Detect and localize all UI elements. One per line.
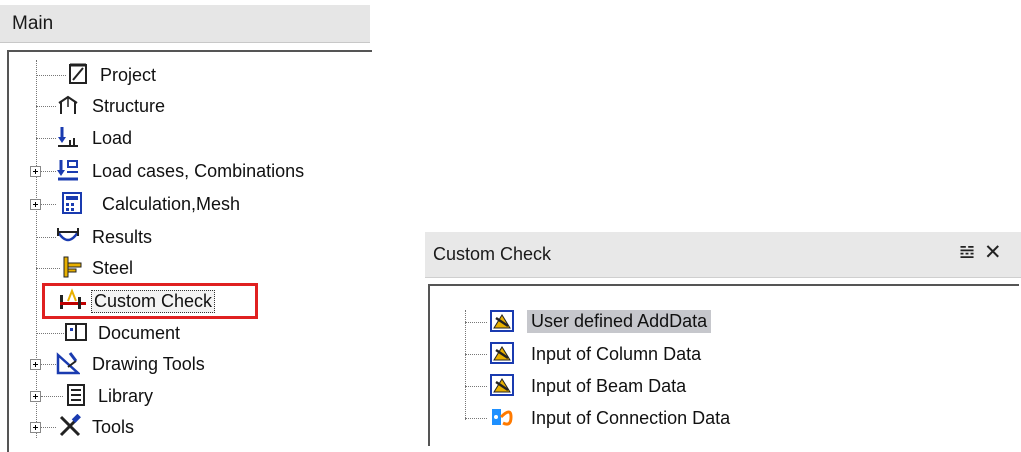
- add-data-icon: [490, 374, 514, 396]
- tree-item-label: Structure: [92, 96, 166, 116]
- tree-connector: [36, 106, 56, 107]
- main-panel-title: Main: [12, 13, 54, 34]
- tree-connector: [41, 171, 56, 172]
- tree-connector: [465, 386, 487, 387]
- tree-connector: [41, 396, 63, 397]
- tree-item-project[interactable]: Project: [36, 60, 336, 90]
- custom-check-panel: Custom Check 𝌧 ✕ User defined AddData In…: [425, 232, 1021, 446]
- expand-icon[interactable]: [30, 422, 41, 433]
- custom-check-title: Custom Check: [433, 244, 552, 264]
- cc-item-label: User defined AddData: [527, 310, 712, 333]
- custom-check-header: Custom Check 𝌧 ✕: [425, 232, 1021, 278]
- structure-icon: [58, 95, 78, 114]
- tree-item-load[interactable]: Load: [36, 123, 336, 153]
- tree-connector: [36, 237, 56, 238]
- tree-item-label: Project: [100, 65, 157, 85]
- tree-item-results[interactable]: Results: [36, 222, 336, 252]
- expand-icon[interactable]: [30, 199, 41, 210]
- cc-item-label: Input of Connection Data: [531, 408, 731, 428]
- tools-icon: [59, 414, 81, 437]
- load-cases-icon: [57, 160, 78, 181]
- main-panel-header: Main: [0, 5, 370, 43]
- steel-icon: [63, 256, 82, 278]
- tree-item-document[interactable]: Document: [36, 318, 336, 348]
- cc-item-connection-data[interactable]: Input of Connection Data: [465, 403, 805, 433]
- cc-item-label: Input of Column Data: [531, 344, 702, 364]
- add-data-icon: [490, 310, 514, 332]
- connection-data-icon: [492, 409, 513, 426]
- tree-item-steel[interactable]: Steel: [36, 253, 336, 283]
- tree-connector: [465, 322, 487, 323]
- library-icon: [67, 384, 85, 406]
- drawing-tools-icon: [56, 352, 80, 375]
- tree-item-label: Load: [92, 128, 133, 148]
- tree-connector: [36, 138, 56, 139]
- tree-item-tools[interactable]: Tools: [30, 412, 360, 442]
- results-icon: [56, 228, 80, 242]
- tree-item-label: Drawing Tools: [92, 354, 205, 374]
- tree-item-drawing-tools[interactable]: Drawing Tools: [30, 349, 360, 379]
- tree-connector: [41, 204, 56, 205]
- tree-item-label: Steel: [92, 258, 134, 278]
- tree-connector: [41, 364, 56, 365]
- expand-icon[interactable]: [30, 359, 41, 370]
- tree-item-calculation[interactable]: Calculation,Mesh: [30, 189, 360, 219]
- tree-item-label: Calculation,Mesh: [102, 194, 241, 214]
- tree-connector: [41, 427, 56, 428]
- cc-item-user-defined[interactable]: User defined AddData: [465, 307, 805, 337]
- tree-connector: [465, 418, 487, 419]
- tree-item-label: Results: [92, 227, 153, 247]
- project-icon: [69, 63, 87, 84]
- document-icon: [65, 323, 87, 341]
- close-icon[interactable]: ✕: [984, 240, 1002, 265]
- add-data-icon: [490, 342, 514, 364]
- tree-item-library[interactable]: Library: [30, 381, 360, 411]
- cc-item-label: Input of Beam Data: [531, 376, 687, 396]
- cc-item-column-data[interactable]: Input of Column Data: [465, 339, 805, 369]
- tree-item-label: Library: [98, 386, 154, 406]
- tree-item-load-cases[interactable]: Load cases, Combinations: [30, 156, 360, 186]
- tree-connector: [36, 268, 60, 269]
- tree-item-label: Document: [98, 323, 181, 343]
- load-icon: [58, 127, 78, 147]
- main-panel: Main Project Structure Load Load cases, …: [0, 0, 372, 452]
- tree-item-label: Load cases, Combinations: [92, 161, 305, 181]
- expand-icon[interactable]: [30, 166, 41, 177]
- tree-connector: [36, 75, 66, 76]
- calculator-icon: [62, 192, 82, 214]
- tree-item-label: Tools: [92, 417, 135, 437]
- cc-item-beam-data[interactable]: Input of Beam Data: [465, 371, 805, 401]
- pin-icon[interactable]: 𝌧: [959, 242, 975, 263]
- expand-icon[interactable]: [30, 391, 41, 402]
- tree-connector: [465, 354, 487, 355]
- tree-item-structure[interactable]: Structure: [36, 91, 336, 121]
- highlight-box: [42, 283, 258, 319]
- tree-connector: [36, 333, 64, 334]
